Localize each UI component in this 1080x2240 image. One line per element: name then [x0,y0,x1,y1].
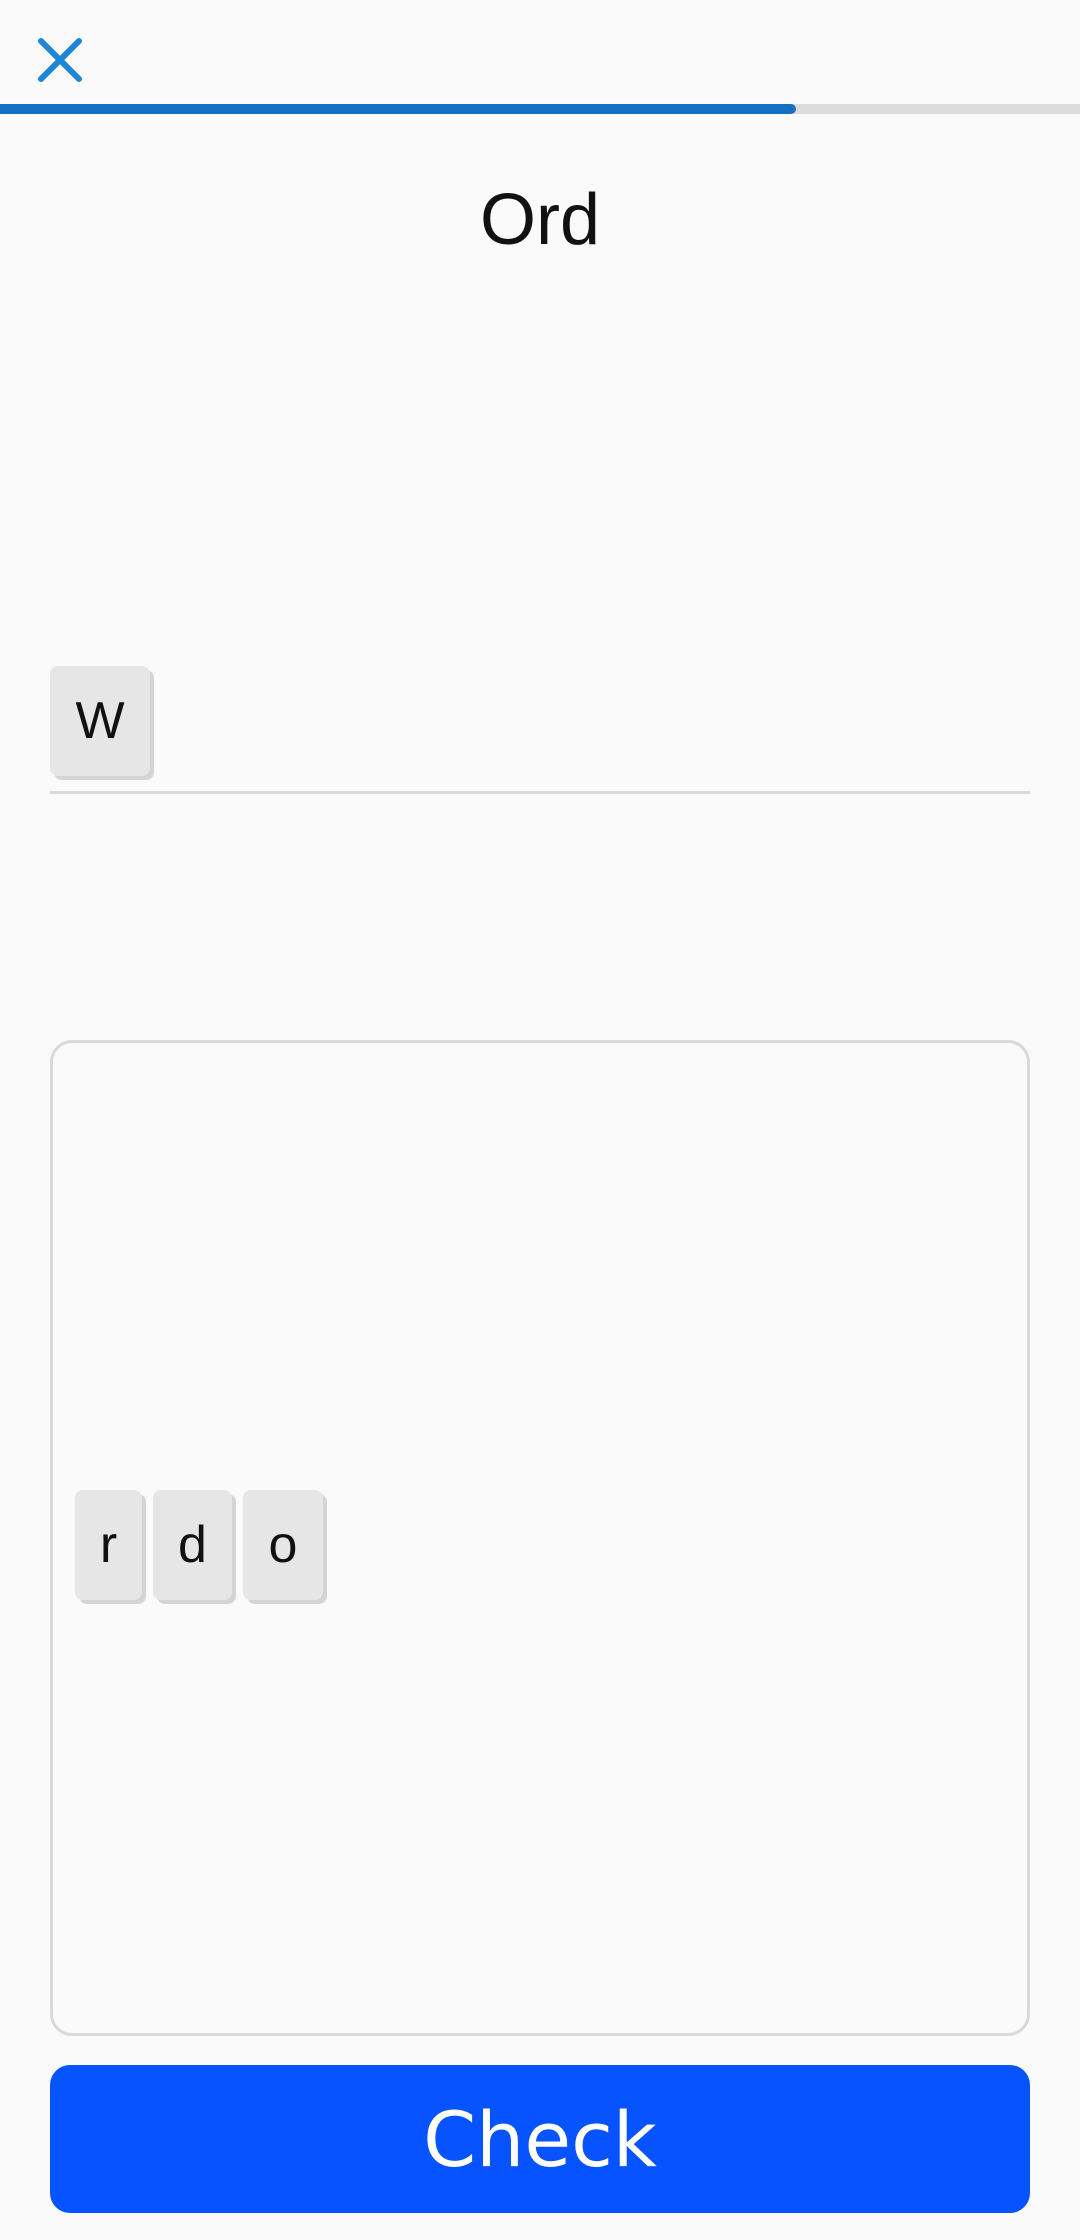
progress-bar [0,104,1080,114]
progress-fill [0,104,796,114]
pool-tile[interactable]: d [153,1490,232,1600]
answer-underline [50,791,1030,794]
pool-tile[interactable]: r [75,1490,142,1600]
close-button[interactable] [30,30,90,90]
check-button[interactable]: Check [50,2065,1030,2213]
answer-tile[interactable]: W [50,666,150,776]
answer-area: W [50,664,1030,794]
close-icon [38,38,82,82]
pool-tile[interactable]: o [243,1490,323,1600]
prompt-word: Ord [479,180,601,260]
